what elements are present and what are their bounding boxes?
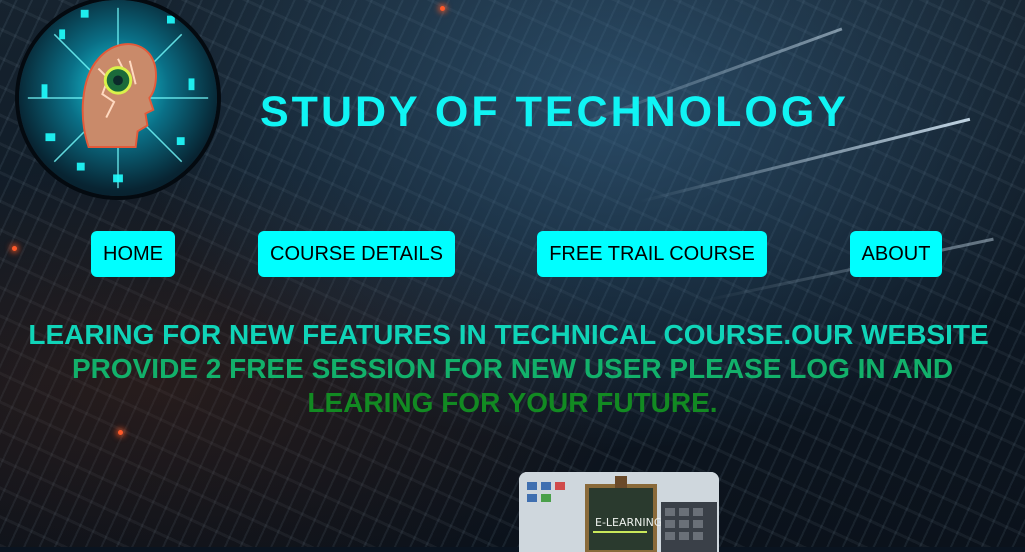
tech-head-icon (27, 7, 209, 189)
nav-home-button[interactable]: HOME (91, 231, 175, 277)
intro-line-2: PROVIDE 2 FREE SESSION FOR NEW USER PLEA… (71, 353, 954, 384)
light-dot (12, 246, 17, 251)
nav-course-details-button[interactable]: COURSE DETAILS (258, 231, 455, 277)
intro-line-1: LEARING FOR NEW FEATURES IN TECHNICAL CO… (28, 319, 989, 350)
page-title: STUDY OF TECHNOLOGY (260, 88, 849, 136)
e-learning-image[interactable]: E-LEARNING (519, 472, 719, 552)
chalkboard-label: E-LEARNING (595, 516, 662, 529)
laptop-chalkboard-illustration: E-LEARNING (519, 472, 719, 552)
light-dot (440, 6, 445, 11)
nav-about-button[interactable]: ABOUT (850, 231, 942, 277)
site-logo[interactable] (19, 0, 217, 196)
light-dot (118, 430, 123, 435)
intro-text: LEARING FOR NEW FEATURES IN TECHNICAL CO… (0, 318, 1025, 420)
intro-line-3: LEARING FOR YOUR FUTURE. (307, 387, 718, 418)
nav-free-trail-course-button[interactable]: FREE TRAIL COURSE (537, 231, 767, 277)
